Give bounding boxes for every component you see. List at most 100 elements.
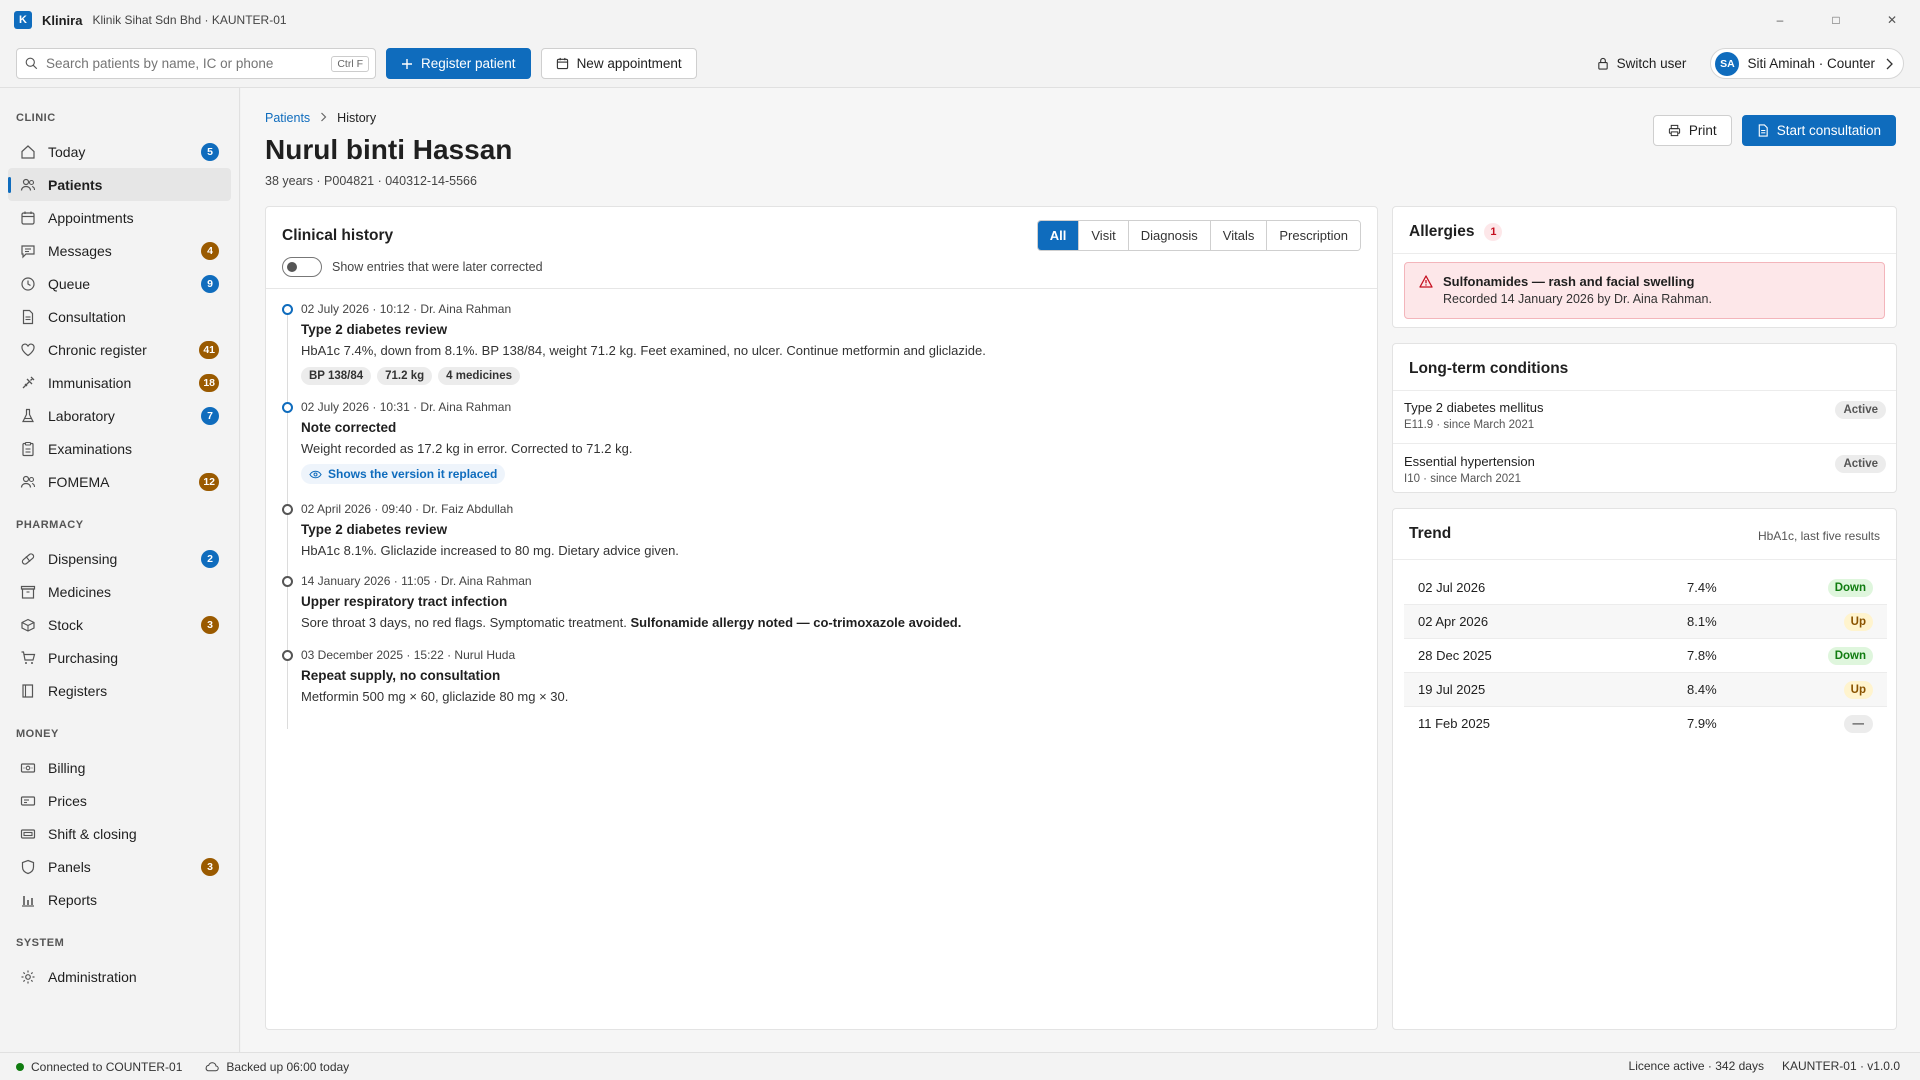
connection-status: Connected to COUNTER-01 xyxy=(16,1060,182,1074)
sidebar-item-queue[interactable]: Queue 9 xyxy=(8,267,231,300)
entry-meta: 03 December 2025 · 15:22 · Nurul Huda xyxy=(301,648,516,662)
entry-title: Upper respiratory tract infection xyxy=(301,594,508,609)
trend-row: 28 Dec 2025 7.8% Down xyxy=(1404,639,1887,673)
sidebar-item-today[interactable]: Today 5 xyxy=(8,135,231,168)
sidebar-item-consultation[interactable]: Consultation xyxy=(8,300,231,333)
backup-label: Backed up 06:00 today xyxy=(226,1059,350,1074)
version-label: KAUNTER-01 · v1.0.0 xyxy=(1781,1059,1900,1073)
allergies-card: Allergies 1 Sulfonamides — rash and faci… xyxy=(1392,206,1897,328)
online-indicator xyxy=(16,1062,24,1071)
condition-status-badge: Active xyxy=(1835,455,1886,473)
sidebar-item-prices[interactable]: Prices xyxy=(8,784,231,817)
sidebar-item-shift-closing[interactable]: Shift & closing xyxy=(8,817,231,850)
sidebar-item-purchasing[interactable]: Purchasing xyxy=(8,641,231,674)
eye-icon xyxy=(309,470,322,479)
count-badge: 18 xyxy=(199,374,219,392)
history-entry[interactable]: 03 December 2025 · 15:22 · Nurul Huda Rep… xyxy=(282,647,1362,705)
switch-user-button[interactable]: Switch user xyxy=(1585,48,1699,79)
entry-body-text: Sore throat 3 days, no red flags. Sympto… xyxy=(301,615,627,630)
sidebar-item-label: Queue xyxy=(48,275,91,292)
chevron-right-icon xyxy=(320,111,327,125)
status-right: Licence active · 342 days KAUNTER-01 · v… xyxy=(1611,1059,1900,1073)
condition-row[interactable]: Essential hypertension I10 · since March… xyxy=(1393,443,1896,496)
header-actions: Print Start consultation xyxy=(1643,115,1896,146)
shield-icon xyxy=(20,859,36,875)
sidebar-item-dispensing[interactable]: Dispensing 2 xyxy=(8,542,231,575)
chat-icon xyxy=(20,243,36,259)
sidebar-item-appointments[interactable]: Appointments xyxy=(8,201,231,234)
minimize-button[interactable]: – xyxy=(1752,0,1808,40)
patient-meta: 38 years · P004821 · 040312-14-5566 xyxy=(265,174,477,188)
sidebar-item-fomema[interactable]: FOMEMA 12 xyxy=(8,465,231,498)
count-badge: 12 xyxy=(199,473,219,491)
entry-body: HbA1c 8.1%. Gliclazide increased to 80 m… xyxy=(301,543,1362,559)
print-button[interactable]: Print xyxy=(1652,115,1732,146)
corrected-entries-toggle[interactable] xyxy=(282,257,322,277)
calendar-icon xyxy=(20,210,36,226)
avatar: SA xyxy=(1715,51,1740,76)
sidebar-item-label: Dispensing xyxy=(48,550,118,567)
condition-name: Type 2 diabetes mellitus xyxy=(1404,400,1544,415)
sidebar-item-medicines[interactable]: Medicines xyxy=(8,575,231,608)
register-patient-button[interactable]: Register patient xyxy=(386,48,531,79)
licence-status: Licence active · 342 days xyxy=(1628,1059,1764,1073)
search-box[interactable]: Ctrl F xyxy=(16,48,376,79)
history-entry[interactable]: 02 July 2026 · 10:31 · Dr. Aina Rahman No… xyxy=(282,399,1362,484)
sidebar-item-laboratory[interactable]: Laboratory 7 xyxy=(8,399,231,432)
history-entry[interactable]: 02 July 2026 · 10:12 · Dr. Aina Rahman Ty… xyxy=(282,301,1362,385)
trend-value: 7.9% xyxy=(1687,716,1717,731)
condition-code: E11.9 · since March 2021 xyxy=(1404,419,1535,431)
sidebar-item-messages[interactable]: Messages 4 xyxy=(8,234,231,267)
filter-tab-diagnosis[interactable]: Diagnosis xyxy=(1128,221,1211,250)
entry-body-text: HbA1c 8.1%. Gliclazide increased to 80 m… xyxy=(301,543,679,558)
filter-tab-prescription[interactable]: Prescription xyxy=(1267,221,1360,250)
history-entry[interactable]: 02 April 2026 · 09:40 · Dr. Faiz Abdulla… xyxy=(282,501,1362,559)
sidebar-item-label: Prices xyxy=(48,792,87,809)
sidebar-item-stock[interactable]: Stock 3 xyxy=(8,608,231,641)
sidebar-item-registers[interactable]: Registers xyxy=(8,674,231,707)
entry-title: Note corrected xyxy=(301,420,397,435)
entry-chips: BP 138/84 71.2 kg 4 medicines xyxy=(301,367,1362,385)
sidebar-item-billing[interactable]: Billing xyxy=(8,751,231,784)
sidebar-item-immunisation[interactable]: Immunisation 18 xyxy=(8,366,231,399)
condition-row[interactable]: Type 2 diabetes mellitus E11.9 · since M… xyxy=(1393,390,1896,443)
sidebar-item-label: Administration xyxy=(48,968,137,985)
sidebar-item-examinations[interactable]: Examinations xyxy=(8,432,231,465)
maximize-button[interactable]: □ xyxy=(1808,0,1864,40)
cart-icon xyxy=(20,650,36,666)
search-input[interactable] xyxy=(46,56,332,71)
filter-tab-all[interactable]: All xyxy=(1037,221,1080,250)
sidebar-item-chronic-register[interactable]: Chronic register 41 xyxy=(8,333,231,366)
user-menu[interactable]: SA Siti Aminah · Counter xyxy=(1710,48,1904,79)
sidebar-item-label: Immunisation xyxy=(48,374,132,391)
count-badge: 3 xyxy=(201,858,219,876)
entry-body: Metformin 500 mg × 60, gliclazide 80 mg … xyxy=(301,689,1362,705)
sidebar-item-administration[interactable]: Administration xyxy=(8,960,231,993)
history-entry[interactable]: 14 January 2026 · 11:05 · Dr. Aina Rahma… xyxy=(282,573,1362,631)
print-label: Print xyxy=(1688,123,1717,138)
show-replaced-version-link[interactable]: Shows the version it replaced xyxy=(301,464,506,484)
count-badge: 9 xyxy=(201,275,219,293)
trend-direction-badge: Up xyxy=(1843,613,1873,631)
flask-icon xyxy=(20,408,36,424)
trend-direction-badge: Down xyxy=(1827,579,1873,597)
toolbar-user-area: Switch user SA Siti Aminah · Counter xyxy=(1585,48,1904,79)
close-button[interactable]: ✕ xyxy=(1864,0,1920,40)
filter-tab-vitals[interactable]: Vitals xyxy=(1210,221,1268,250)
filter-tab-visit[interactable]: Visit xyxy=(1079,221,1129,250)
trend-date: 02 Jul 2026 xyxy=(1418,580,1486,595)
sidebar-item-reports[interactable]: Reports xyxy=(8,883,231,916)
sidebar-item-patients[interactable]: Patients xyxy=(8,168,231,201)
timeline-dot xyxy=(282,304,293,315)
title-bar: K Klinira Klinik Sihat Sdn Bhd · KAUNTER… xyxy=(0,0,1920,40)
sidebar-item-panels[interactable]: Panels 3 xyxy=(8,850,231,883)
entry-body: HbA1c 7.4%, down from 8.1%. BP 138/84, w… xyxy=(301,343,1362,359)
trend-value: 8.4% xyxy=(1687,682,1717,697)
breadcrumb-patients-link[interactable]: Patients xyxy=(265,111,310,125)
status-bar: Connected to COUNTER-01 Backed up 06:00 … xyxy=(0,1052,1920,1080)
register-icon xyxy=(20,826,36,842)
sidebar-item-label: Stock xyxy=(48,616,84,633)
chevron-right-icon xyxy=(1885,58,1893,70)
start-consultation-button[interactable]: Start consultation xyxy=(1741,115,1896,146)
new-appointment-button[interactable]: New appointment xyxy=(540,48,697,79)
